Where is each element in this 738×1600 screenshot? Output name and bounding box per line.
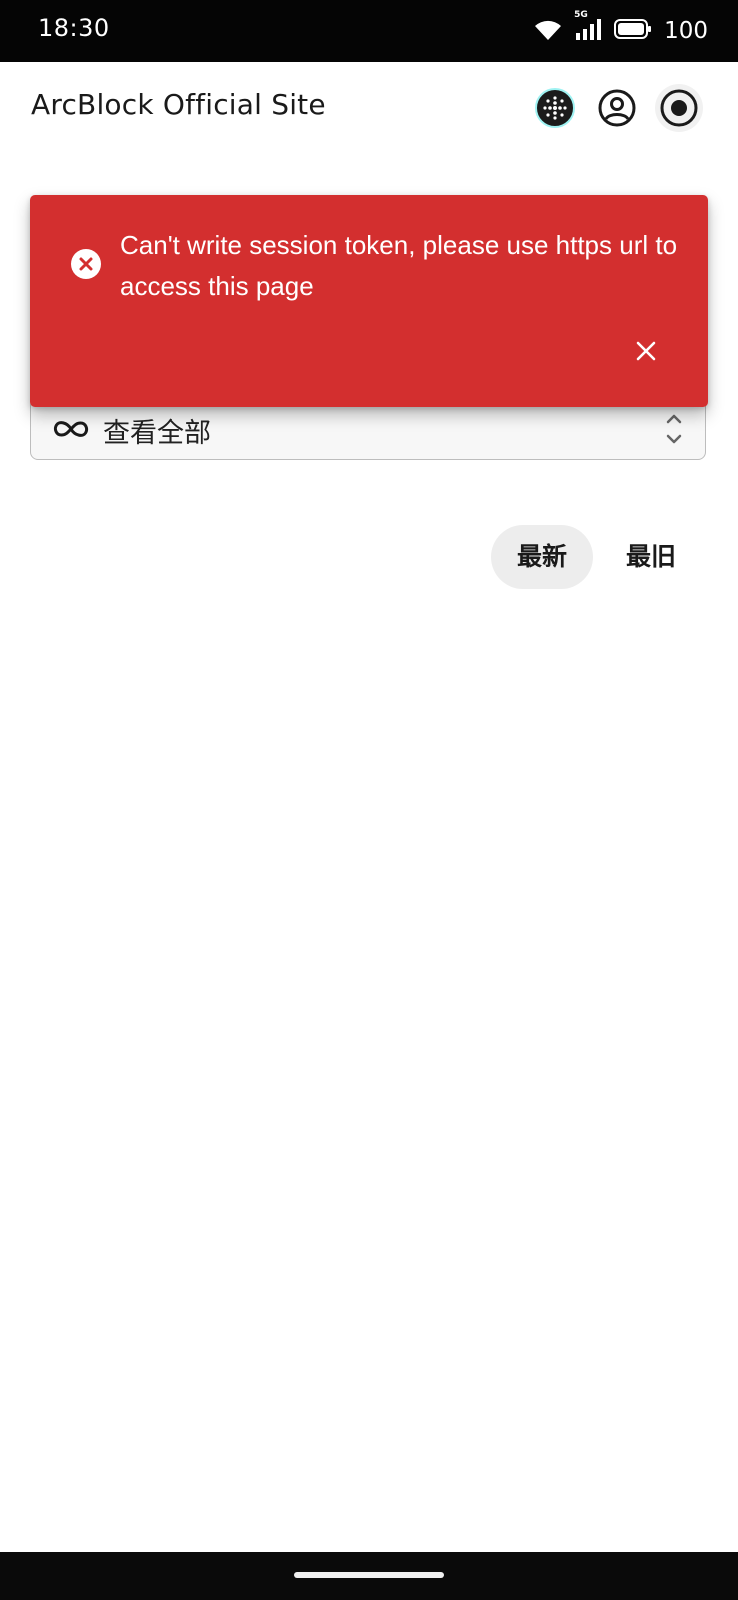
- battery-icon: [614, 18, 652, 44]
- filter-select[interactable]: 查看全部: [30, 398, 706, 460]
- status-time: 18:30: [38, 14, 110, 42]
- user-circle-icon[interactable]: [593, 84, 641, 132]
- error-circle-icon: [70, 248, 102, 284]
- site-title[interactable]: ArcBlock Official Site: [31, 88, 326, 121]
- unfold-chevrons-icon: [665, 411, 683, 451]
- record-icon[interactable]: [655, 84, 703, 132]
- battery-percentage: 100: [664, 18, 708, 44]
- sort-newest-button[interactable]: 最新: [491, 525, 593, 589]
- error-snackbar: Can't write session token, please use ht…: [30, 195, 708, 407]
- filter-select-label: 查看全部: [103, 418, 211, 449]
- wifi-icon: [532, 16, 564, 46]
- network-type-label: 5G: [574, 10, 588, 20]
- status-bar: 18:30 5G 100: [0, 0, 738, 62]
- cellular-signal-icon: 5G: [574, 10, 604, 46]
- status-icons: 5G 100: [532, 10, 708, 46]
- infinity-icon: [51, 413, 91, 449]
- network-dots-icon[interactable]: [531, 84, 579, 132]
- sort-oldest-button[interactable]: 最旧: [600, 525, 702, 589]
- snackbar-message: Can't write session token, please use ht…: [120, 230, 678, 301]
- system-nav-bar: [0, 1552, 738, 1600]
- screen: 18:30 5G 100 ArcBlock Official Site 查看全部…: [0, 0, 738, 1600]
- app-header: ArcBlock Official Site: [0, 62, 738, 154]
- home-gesture-handle[interactable]: [294, 1572, 444, 1578]
- close-icon[interactable]: [628, 333, 664, 369]
